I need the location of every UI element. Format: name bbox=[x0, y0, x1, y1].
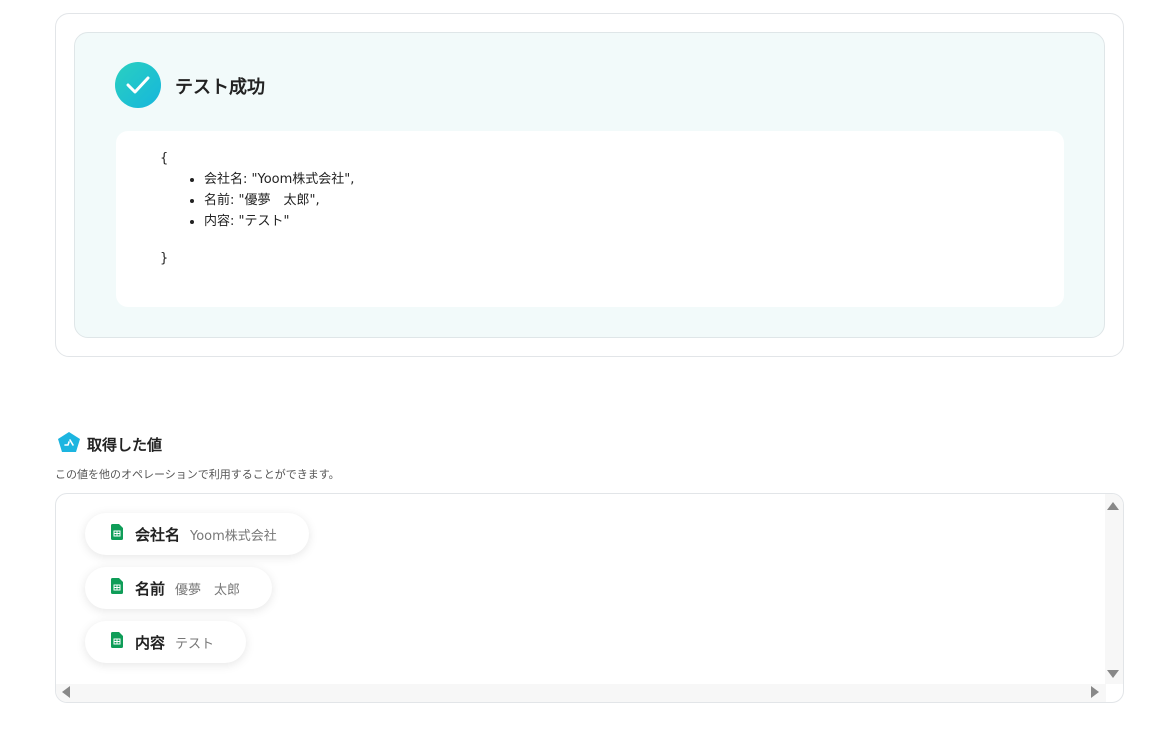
yoom-pentagon-icon bbox=[57, 431, 81, 457]
scroll-left-icon[interactable] bbox=[62, 686, 70, 698]
section-description: この値を他のオペレーションで利用することができます。 bbox=[55, 468, 340, 481]
scroll-down-icon[interactable] bbox=[1107, 670, 1119, 678]
success-title: テスト成功 bbox=[175, 77, 265, 98]
result-line: 名前: "優夢 太郎", bbox=[204, 190, 354, 211]
vertical-scrollbar[interactable] bbox=[1105, 494, 1123, 684]
check-circle-icon bbox=[115, 62, 161, 108]
google-sheets-icon bbox=[111, 632, 123, 652]
brace-close: } bbox=[160, 251, 169, 266]
chip-key: 会社名 bbox=[135, 525, 181, 544]
success-panel: テスト成功 { 会社名: "Yoom株式会社", 名前: "優夢 太郎", 内容… bbox=[74, 32, 1105, 338]
value-chip-name[interactable]: 名前 優夢 太郎 bbox=[85, 567, 273, 609]
chip-value: テスト bbox=[175, 636, 215, 652]
section-title: 取得した値 bbox=[87, 435, 163, 454]
google-sheets-icon bbox=[111, 524, 123, 544]
result-line: 会社名: "Yoom株式会社", bbox=[204, 169, 354, 190]
retrieved-values-header: 取得した値 bbox=[57, 431, 162, 457]
value-chip-content[interactable]: 内容 テスト bbox=[85, 621, 247, 663]
value-chip-company[interactable]: 会社名 Yoom株式会社 bbox=[85, 513, 309, 555]
result-line: 内容: "テスト" bbox=[204, 211, 354, 232]
chip-value: 優夢 太郎 bbox=[175, 582, 241, 598]
result-list: 会社名: "Yoom株式会社", 名前: "優夢 太郎", 内容: "テスト" bbox=[204, 169, 354, 232]
scroll-right-icon[interactable] bbox=[1091, 686, 1099, 698]
retrieved-values-box[interactable]: 会社名 Yoom株式会社 名前 優夢 太郎 内容 テスト bbox=[55, 493, 1124, 703]
brace-open: { bbox=[160, 151, 169, 166]
google-sheets-icon bbox=[111, 578, 123, 598]
chip-key: 名前 bbox=[135, 579, 166, 598]
test-result-card: テスト成功 { 会社名: "Yoom株式会社", 名前: "優夢 太郎", 内容… bbox=[55, 13, 1124, 357]
horizontal-scrollbar[interactable] bbox=[56, 684, 1106, 702]
chip-value: Yoom株式会社 bbox=[190, 528, 277, 544]
chip-key: 内容 bbox=[135, 633, 166, 652]
result-code-box: { 会社名: "Yoom株式会社", 名前: "優夢 太郎", 内容: "テスト… bbox=[116, 131, 1064, 307]
scroll-up-icon[interactable] bbox=[1107, 502, 1119, 510]
